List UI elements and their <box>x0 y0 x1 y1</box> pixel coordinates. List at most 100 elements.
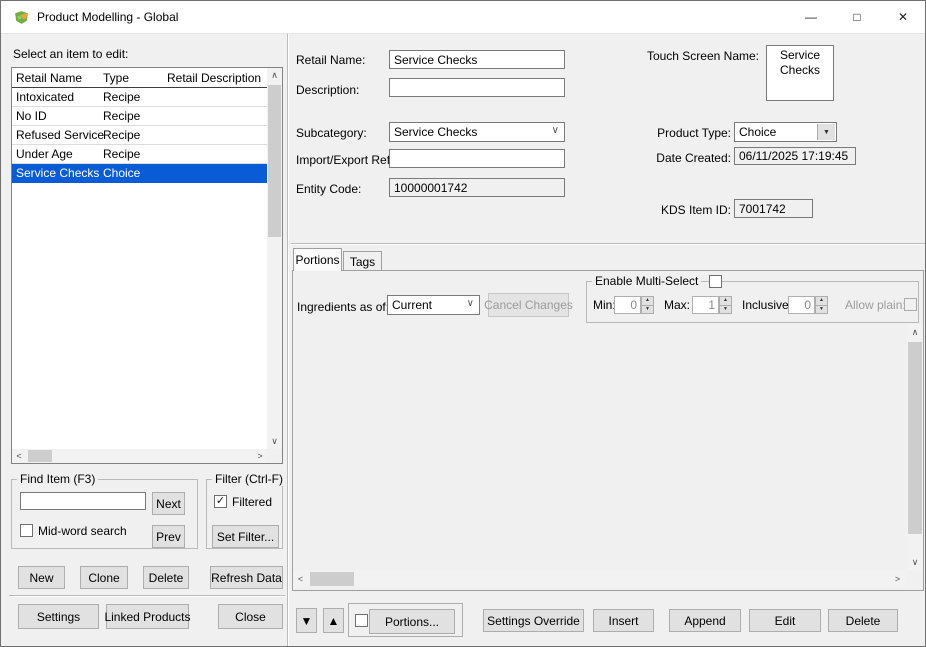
title-bar: Product Modelling - Global — □ ✕ <box>1 1 925 34</box>
product-type-label: Product Type: <box>651 126 731 140</box>
scroll-up-icon[interactable]: ∧ <box>907 324 923 340</box>
settings-override-button[interactable]: Settings Override <box>483 609 584 632</box>
scroll-thumb[interactable] <box>28 450 52 462</box>
move-down-button[interactable]: ▼ <box>296 608 317 633</box>
scroll-right-icon[interactable]: > <box>890 571 905 587</box>
dropdown-arrow-icon[interactable]: ▼ <box>817 124 835 140</box>
touch-screen-name-input[interactable]: Service Checks <box>766 45 834 101</box>
ingredients-as-of-dropdown[interactable]: Current ∨ <box>387 295 480 315</box>
chevron-down-icon: ∨ <box>552 125 559 136</box>
product-type-dropdown[interactable]: Choice ▼ <box>734 122 837 142</box>
clone-button[interactable]: Clone <box>80 566 128 589</box>
retail-name-input[interactable]: Service Checks <box>389 50 565 69</box>
min-label: Min: <box>593 298 616 312</box>
refresh-data-button[interactable]: Refresh Data <box>210 566 283 589</box>
date-created-field: 06/11/2025 17:19:45 <box>734 147 856 165</box>
prev-button[interactable]: Prev <box>152 525 185 548</box>
column-retail-name[interactable]: Retail Name <box>12 71 101 85</box>
select-item-label: Select an item to edit: <box>13 47 128 61</box>
filter-group: Filter (Ctrl-F) ✓ Filtered Set Filter... <box>206 479 283 549</box>
minimize-icon[interactable]: — <box>788 1 834 32</box>
max-spinner[interactable]: 1 ▲▼ <box>692 296 732 314</box>
maximize-icon[interactable]: □ <box>834 1 880 32</box>
description-input[interactable] <box>389 78 565 97</box>
allow-plain-checkbox[interactable] <box>904 298 917 311</box>
min-spinner[interactable]: 0 ▲▼ <box>614 296 654 314</box>
touch-screen-name-label: Touch Screen Name: <box>641 49 759 63</box>
list-item[interactable]: Intoxicated Recipe <box>12 88 267 107</box>
delete-item-button[interactable]: Delete <box>143 566 189 589</box>
close-button[interactable]: Close <box>218 604 283 629</box>
portions-button[interactable]: Portions... <box>369 609 455 634</box>
close-icon[interactable]: ✕ <box>880 1 926 32</box>
kds-item-id-label: KDS Item ID: <box>651 203 731 217</box>
tab-tags[interactable]: Tags <box>343 251 382 271</box>
move-down-icon: ▼ <box>301 614 313 628</box>
list-hscrollbar[interactable]: < > <box>12 449 267 463</box>
spin-up-icon: ▲ <box>719 296 732 306</box>
portions-button-group: Portions... <box>348 603 463 637</box>
window-title: Product Modelling - Global <box>37 10 178 24</box>
scroll-left-icon[interactable]: < <box>12 449 26 463</box>
spin-up-icon: ▲ <box>641 296 654 306</box>
cancel-changes-button[interactable]: Cancel Changes <box>488 293 569 317</box>
midword-label: Mid-word search <box>38 524 127 538</box>
max-label: Max: <box>664 298 690 312</box>
filter-title: Filter (Ctrl-F) <box>212 472 286 486</box>
grid-vscrollbar[interactable]: ∧ ∨ <box>907 324 923 570</box>
find-input[interactable] <box>20 492 146 510</box>
list-item[interactable]: No ID Recipe <box>12 107 267 126</box>
date-created-label: Date Created: <box>651 151 731 165</box>
spin-down-icon: ▼ <box>815 306 828 315</box>
settings-button[interactable]: Settings <box>18 604 99 629</box>
subcategory-dropdown[interactable]: Service Checks ∨ <box>389 122 565 142</box>
grid-hscrollbar[interactable]: < > <box>293 571 905 587</box>
filtered-checkbox[interactable]: ✓ <box>214 495 227 508</box>
delete-button[interactable]: Delete <box>828 609 898 632</box>
insert-button[interactable]: Insert <box>593 609 654 632</box>
chevron-down-icon: ∨ <box>467 298 474 309</box>
find-item-group: Find Item (F3) Next Mid-word search Prev <box>11 479 198 549</box>
inclusive-spinner[interactable]: 0 ▲▼ <box>788 296 828 314</box>
tab-portions[interactable]: Portions <box>293 248 342 271</box>
edit-button[interactable]: Edit <box>749 609 821 632</box>
scroll-left-icon[interactable]: < <box>293 571 308 587</box>
scroll-thumb[interactable] <box>310 572 354 586</box>
list-item-selected[interactable]: Service Checks Choice <box>12 164 267 183</box>
set-filter-button[interactable]: Set Filter... <box>212 525 279 548</box>
import-export-input[interactable] <box>389 149 565 168</box>
move-up-button[interactable]: ▲ <box>323 608 344 633</box>
ingredients-as-of-label: Ingredients as of: <box>297 300 389 314</box>
scroll-down-icon[interactable]: ∨ <box>267 434 282 449</box>
column-type[interactable]: Type <box>101 71 167 85</box>
portions-checkbox[interactable] <box>355 614 368 627</box>
enable-multi-select-checkbox[interactable] <box>709 275 722 288</box>
scroll-right-icon[interactable]: > <box>253 449 267 463</box>
new-button[interactable]: New <box>18 566 65 589</box>
entity-code-field: 10000001742 <box>389 178 565 197</box>
spin-up-icon: ▲ <box>815 296 828 306</box>
product-modelling-window: Product Modelling - Global — □ ✕ Select … <box>0 0 926 647</box>
column-retail-description[interactable]: Retail Description <box>167 71 267 85</box>
scroll-corner <box>267 449 282 463</box>
list-item[interactable]: Refused Service Recipe <box>12 126 267 145</box>
append-button[interactable]: Append <box>669 609 741 632</box>
midword-checkbox[interactable] <box>20 524 33 537</box>
entity-code-label: Entity Code: <box>296 182 361 196</box>
kds-item-id-field: 7001742 <box>734 199 813 218</box>
linked-products-button[interactable]: Linked Products <box>106 604 189 629</box>
list-vscrollbar[interactable]: ∧ ∨ <box>267 68 282 449</box>
scroll-down-icon[interactable]: ∨ <box>907 554 923 570</box>
scroll-thumb[interactable] <box>908 342 922 534</box>
scroll-thumb[interactable] <box>268 85 281 237</box>
move-up-icon: ▲ <box>328 614 340 628</box>
next-button[interactable]: Next <box>152 492 185 515</box>
inclusive-label: Inclusive: <box>742 298 792 312</box>
list-item[interactable]: Under Age Recipe <box>12 145 267 164</box>
import-export-label: Import/Export Ref: <box>296 153 393 167</box>
filtered-label: Filtered <box>232 495 272 509</box>
item-list-header: Retail Name Type Retail Description <box>12 68 267 88</box>
scroll-up-icon[interactable]: ∧ <box>267 68 282 83</box>
retail-name-label: Retail Name: <box>296 53 365 67</box>
left-footer-divider <box>9 595 285 597</box>
